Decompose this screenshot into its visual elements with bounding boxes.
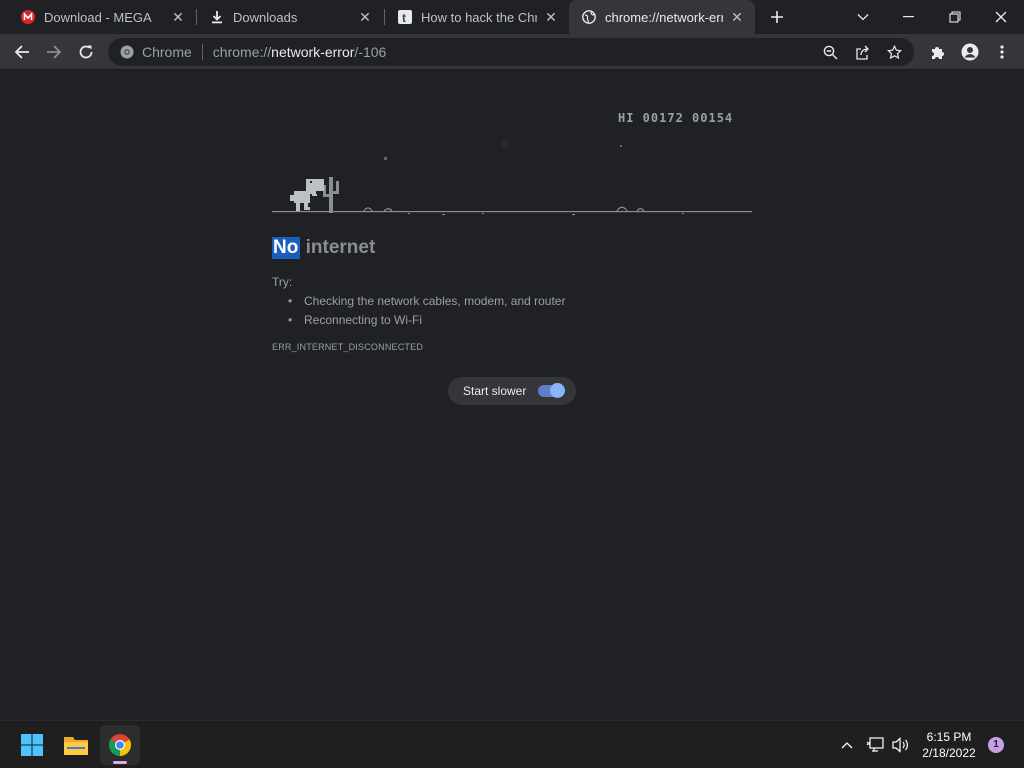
chrome-logo-icon (120, 45, 134, 59)
start-slower-label: Start slower (463, 384, 527, 398)
chevron-down-icon (857, 14, 869, 21)
network-error-page: HI 00172 00154 No internet Try: • Checki… (0, 71, 1024, 720)
tumblr-icon: t (397, 9, 413, 25)
address-bar[interactable]: Chrome chrome://network-error/-106 (108, 38, 914, 66)
dino-game-canvas[interactable] (272, 139, 752, 219)
menu-button[interactable] (988, 38, 1016, 66)
start-button[interactable] (12, 725, 52, 765)
horizon-line (272, 206, 752, 215)
score-display: HI 00172 00154 (618, 111, 734, 125)
clock-date: 2/18/2022 (922, 746, 976, 760)
url-host: network-error (271, 44, 355, 60)
restore-icon (949, 11, 961, 23)
tab-title: chrome://network-erro (605, 9, 723, 25)
url-path: /-106 (354, 44, 387, 60)
error-code: ERR_INTERNET_DISCONNECTED (272, 342, 424, 352)
windows-logo-icon (21, 734, 43, 756)
tab-search-button[interactable] (840, 0, 886, 34)
notification-badge[interactable]: 1 (988, 737, 1004, 753)
arrow-right-icon (47, 45, 62, 59)
back-button[interactable] (8, 38, 36, 66)
mega-icon (20, 9, 36, 25)
globe-icon (581, 9, 597, 25)
tab-title: How to hack the Chron (421, 9, 537, 25)
try-label: Try: (272, 275, 293, 289)
forward-button[interactable] (40, 38, 68, 66)
tab-strip: Download - MEGA ✕ Downloads ✕ t How to h… (0, 0, 1024, 34)
file-explorer-button[interactable] (56, 725, 96, 765)
svg-text:t: t (402, 11, 406, 24)
clock[interactable]: 6:15 PM 2/18/2022 (916, 729, 982, 761)
star-icon (620, 145, 622, 147)
minimize-button[interactable] (886, 0, 932, 34)
divider (201, 44, 203, 60)
zoom-icon[interactable] (814, 38, 846, 66)
tab-download-mega[interactable]: Download - MEGA ✕ (8, 0, 196, 34)
url-scheme: chrome:// (212, 44, 272, 60)
volume-button[interactable] (890, 721, 912, 768)
volume-icon (892, 737, 908, 753)
close-icon[interactable]: ✕ (170, 9, 186, 25)
toggle-switch[interactable] (538, 383, 565, 398)
star-icon[interactable] (878, 38, 910, 66)
active-indicator (113, 761, 127, 764)
close-icon[interactable]: ✕ (357, 9, 373, 25)
new-tab-button[interactable] (766, 6, 788, 28)
tab-title: Download - MEGA (44, 9, 152, 25)
profile-button[interactable] (956, 38, 984, 66)
toggle-knob (550, 383, 565, 398)
suggestions-list: Checking the network cables, modem, and … (288, 293, 565, 331)
cloud-icon (502, 141, 508, 147)
browser-toolbar: Chrome chrome://network-error/-106 (0, 34, 1024, 70)
tab-title: Downloads (233, 9, 298, 25)
plus-icon (771, 11, 783, 23)
show-hidden-icons-button[interactable] (836, 721, 858, 768)
tab-downloads[interactable]: Downloads ✕ (197, 0, 383, 34)
site-chip-label: Chrome (142, 44, 192, 60)
clock-time: 6:15 PM (926, 730, 972, 744)
close-window-button[interactable] (978, 0, 1024, 34)
chrome-taskbar-button[interactable] (100, 725, 140, 765)
list-item: Checking the network cables, modem, and … (288, 293, 565, 312)
share-icon[interactable] (846, 38, 878, 66)
restore-button[interactable] (932, 0, 978, 34)
page-title: No internet (272, 237, 375, 259)
avatar-icon (961, 43, 979, 61)
network-status-button[interactable] (864, 721, 886, 768)
reload-button[interactable] (72, 38, 100, 66)
close-icon[interactable]: ✕ (729, 9, 745, 25)
dino-icon (290, 179, 324, 211)
close-icon[interactable]: ✕ (543, 9, 559, 25)
star-icon (384, 157, 387, 160)
tab-network-error[interactable]: chrome://network-erro ✕ (569, 0, 755, 34)
arrow-left-icon (14, 45, 29, 59)
close-icon (995, 11, 1007, 23)
list-item: Reconnecting to Wi-Fi (288, 312, 565, 331)
reload-icon (79, 45, 93, 59)
heading-rest: internet (305, 237, 376, 258)
chevron-up-icon (841, 742, 853, 749)
cactus-icon (323, 177, 339, 213)
taskbar: 6:15 PM 2/18/2022 1 (0, 720, 1024, 768)
extensions-button[interactable] (924, 38, 952, 66)
tab-how-to-hack[interactable]: t How to hack the Chron ✕ (385, 0, 569, 34)
folder-icon (64, 737, 88, 755)
more-vert-icon (1000, 45, 1004, 59)
download-icon (209, 9, 225, 25)
address-bar-actions (814, 38, 910, 66)
minimize-icon (903, 16, 914, 18)
selected-text: No (272, 237, 301, 259)
puzzle-icon (932, 47, 944, 59)
network-disconnected-icon (866, 737, 884, 752)
chrome-logo-icon (109, 734, 131, 756)
start-slower-toggle[interactable]: Start slower (448, 377, 576, 405)
